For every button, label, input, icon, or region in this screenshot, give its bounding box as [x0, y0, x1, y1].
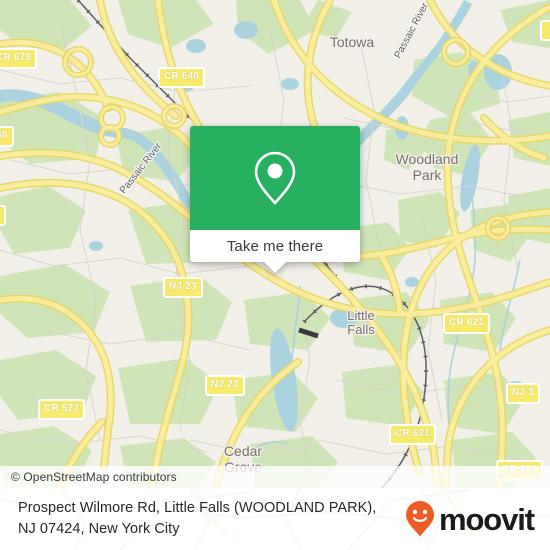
take-me-there-label: Take me there	[226, 237, 324, 255]
location-address-text: Prospect Wilmore Rd, Little Falls (WOODL…	[18, 500, 377, 537]
moovit-wordmark: moovit	[438, 501, 535, 537]
moovit-smiling-pin-icon	[405, 501, 434, 537]
map-label-woodland-park-line2: Park	[413, 167, 443, 183]
map-attribution-bar: © OpenStreetMap contributors	[0, 466, 550, 488]
moovit-logo[interactable]: moovit	[405, 500, 538, 538]
road-shield-cr-621-south[interactable]: CR 621	[389, 424, 437, 445]
road-shield-i-80[interactable]: 80	[0, 126, 14, 147]
road-shield-cr-621-north[interactable]: CR 621	[443, 313, 491, 334]
map-label-woodland-park: Woodland	[396, 151, 459, 167]
road-shield-nj-23-north[interactable]: NJ 23	[163, 277, 203, 298]
road-shield-cr-679[interactable]: CR 679	[0, 48, 38, 69]
location-popup-header	[190, 126, 360, 230]
road-shield-edge-clipped[interactable]	[540, 20, 550, 41]
road-shield-nj-3-east[interactable]: NJ 3	[506, 383, 540, 404]
openstreetmap-attribution[interactable]: © OpenStreetMap contributors	[0, 470, 177, 484]
map-label-totowa: Totowa	[330, 34, 375, 50]
road-shield-nj-23-south[interactable]: NJ 23	[205, 375, 245, 396]
footer-bar: Prospect Wilmore Rd, Little Falls (WOODL…	[0, 488, 550, 550]
map-pin-icon	[254, 151, 296, 205]
location-popup-card[interactable]: Take me there	[190, 126, 360, 273]
map-label-little-falls: Little	[347, 308, 374, 323]
road-shield-cr-527[interactable]: CR 527	[38, 399, 86, 420]
road-shield-cr-640[interactable]: CR 640	[158, 67, 206, 88]
map-label-little-falls-line2: Falls	[347, 322, 375, 337]
footer-content: Prospect Wilmore Rd, Little Falls (WOODL…	[0, 488, 550, 550]
map-label-cedar-grove: Cedar	[224, 443, 262, 459]
road-shield-nj-3-west[interactable]: 3	[0, 205, 6, 226]
location-popup-action[interactable]: Take me there	[190, 230, 360, 262]
map-canvas[interactable]: Totowa Woodland Park Little Falls Cedar …	[0, 0, 550, 488]
popup-pointer-tail	[264, 262, 286, 273]
location-popup-body: Take me there	[190, 126, 360, 262]
map-screenshot: Totowa Woodland Park Little Falls Cedar …	[0, 0, 550, 550]
